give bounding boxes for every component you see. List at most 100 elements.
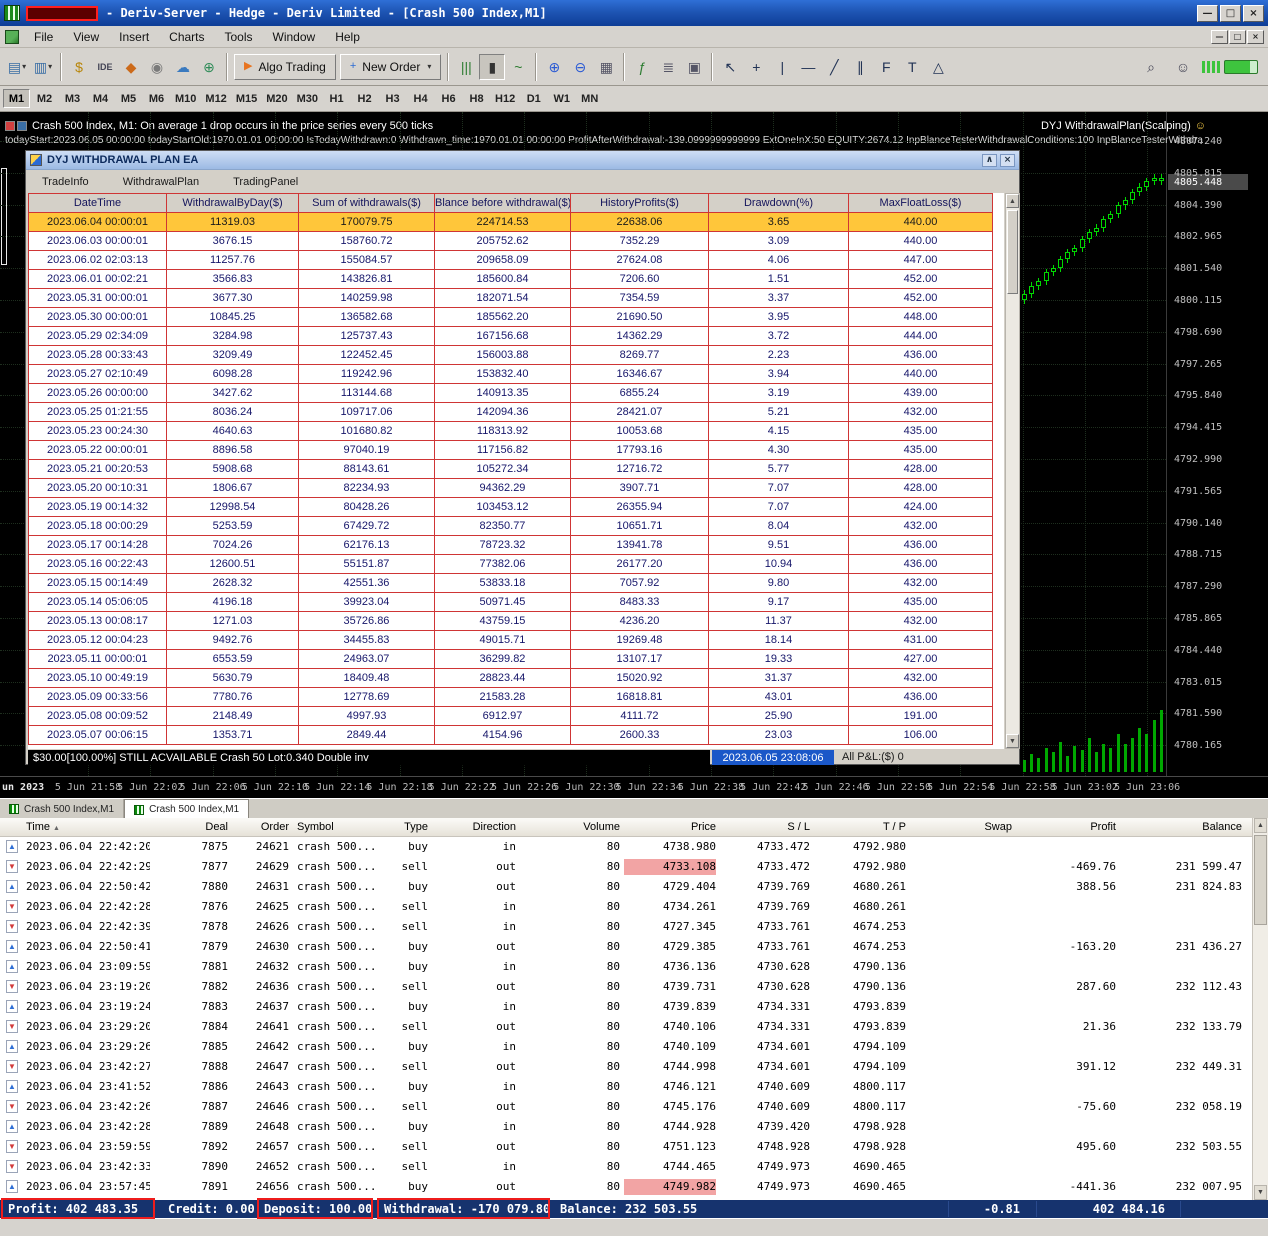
timeframe-m20[interactable]: M20 (262, 89, 291, 108)
menu-help[interactable]: Help (325, 28, 370, 46)
ide-icon[interactable]: IDE (92, 54, 118, 80)
restore-icon[interactable]: □ (1220, 5, 1241, 22)
account-icon[interactable]: ☺ (1170, 54, 1196, 80)
new-order-button[interactable]: +New Order▾ (340, 54, 441, 80)
history-col-order[interactable]: Order (232, 821, 289, 833)
history-row[interactable]: ▲2023.06.04 23:42:28788924648crash 500..… (0, 1117, 1250, 1137)
timeframe-m12[interactable]: M12 (201, 89, 230, 108)
history-row[interactable]: ▼2023.06.04 23:42:26788724646crash 500..… (0, 1097, 1250, 1117)
history-col-tp[interactable]: T / P (814, 821, 906, 833)
indicators-icon[interactable]: ƒ (629, 54, 655, 80)
history-row[interactable]: ▲2023.06.04 23:09:59788124632crash 500..… (0, 957, 1250, 977)
timeframe-m3[interactable]: M3 (59, 89, 86, 108)
scroll-up-icon[interactable]: ▲ (1254, 818, 1267, 833)
history-col-deal[interactable]: Deal (150, 821, 228, 833)
menu-view[interactable]: View (63, 28, 109, 46)
close-icon[interactable]: × (1243, 5, 1264, 22)
history-col-balance[interactable]: Balance (1120, 821, 1242, 833)
new-chart-icon[interactable]: ▤▾ (4, 54, 30, 80)
menu-tools[interactable]: Tools (215, 28, 263, 46)
timeframe-m30[interactable]: M30 (293, 89, 322, 108)
cloud-icon[interactable]: ☁ (170, 54, 196, 80)
history-row[interactable]: ▼2023.06.04 22:42:39787824626crash 500..… (0, 917, 1250, 937)
history-col-direction[interactable]: Direction (432, 821, 516, 833)
history-col-sl[interactable]: S / L (720, 821, 810, 833)
history-col-type[interactable]: Type (381, 821, 428, 833)
timeframe-m10[interactable]: M10 (171, 89, 200, 108)
history-row[interactable]: ▲2023.06.04 22:50:42788024631crash 500..… (0, 877, 1250, 897)
timeframe-m1[interactable]: M1 (3, 89, 30, 108)
timeframe-d1[interactable]: D1 (520, 89, 547, 108)
scroll-down-icon[interactable]: ▼ (1006, 734, 1019, 748)
timeframe-mn[interactable]: MN (576, 89, 603, 108)
scrollbar-thumb[interactable] (1254, 835, 1267, 925)
ea-tab-withdrawalplan[interactable]: WithdrawalPlan (123, 176, 199, 188)
candlestick-chart-icon[interactable]: ▮ (479, 54, 505, 80)
history-scrollbar[interactable]: ▲ ▼ (1252, 818, 1268, 1200)
history-row[interactable]: ▼2023.06.04 22:42:28787624625crash 500..… (0, 897, 1250, 917)
history-row[interactable]: ▲2023.06.04 23:19:24788324637crash 500..… (0, 997, 1250, 1017)
channel-icon[interactable]: ∥ (847, 54, 873, 80)
history-row[interactable]: ▼2023.06.04 23:59:59789224657crash 500..… (0, 1137, 1250, 1157)
timeframe-m4[interactable]: M4 (87, 89, 114, 108)
signals-icon[interactable]: ◉ (144, 54, 170, 80)
scroll-up-icon[interactable]: ▲ (1006, 194, 1019, 208)
title-bar[interactable]: - Deriv-Server - Hedge - Deriv Limited -… (0, 0, 1268, 26)
timeframe-h4[interactable]: H4 (407, 89, 434, 108)
timeframe-h8[interactable]: H8 (463, 89, 490, 108)
history-col-swap[interactable]: Swap (910, 821, 1012, 833)
ea-tab-tradingpanel[interactable]: TradingPanel (233, 176, 298, 188)
child-restore-icon[interactable]: □ (1229, 30, 1246, 44)
cursor-icon[interactable]: ↖ (717, 54, 743, 80)
history-row[interactable]: ▼2023.06.04 23:29:20788424641crash 500..… (0, 1017, 1250, 1037)
screenshot-icon[interactable]: ▣ (681, 54, 707, 80)
crosshair-icon[interactable]: + (743, 54, 769, 80)
history-col-volume[interactable]: Volume (520, 821, 620, 833)
menu-window[interactable]: Window (263, 28, 326, 46)
timeframe-h1[interactable]: H1 (323, 89, 350, 108)
scrollbar-thumb[interactable] (1007, 210, 1018, 294)
scroll-down-icon[interactable]: ▼ (1254, 1185, 1267, 1200)
history-row[interactable]: ▼2023.06.04 23:42:27788824647crash 500..… (0, 1057, 1250, 1077)
timeframe-h6[interactable]: H6 (435, 89, 462, 108)
menu-file[interactable]: File (24, 28, 63, 46)
child-close-icon[interactable]: × (1247, 30, 1264, 44)
ea-close-icon[interactable]: × (1000, 154, 1015, 167)
history-col-price[interactable]: Price (624, 821, 716, 833)
history-row[interactable]: ▲2023.06.04 23:57:45789124656crash 500..… (0, 1177, 1250, 1197)
vertical-line-icon[interactable]: | (769, 54, 795, 80)
child-minimize-icon[interactable]: — (1211, 30, 1228, 44)
metaeditor-icon[interactable]: ◆ (118, 54, 144, 80)
timeframe-h12[interactable]: H12 (491, 89, 519, 108)
ea-table-scrollbar[interactable]: ▲ ▼ (1005, 193, 1020, 749)
history-row[interactable]: ▲2023.06.04 22:42:20787524621crash 500..… (0, 837, 1250, 857)
fibonacci-icon[interactable]: F (873, 54, 899, 80)
ea-collapse-icon[interactable]: ∧ (982, 154, 997, 167)
bar-chart-icon[interactable]: ||| (453, 54, 479, 80)
horizontal-line-icon[interactable]: — (795, 54, 821, 80)
history-col-profit[interactable]: Profit (1016, 821, 1116, 833)
trendline-icon[interactable]: ╱ (821, 54, 847, 80)
minimize-icon[interactable]: — (1197, 5, 1218, 22)
timeframe-h2[interactable]: H2 (351, 89, 378, 108)
objects-list-icon[interactable]: ≣ (655, 54, 681, 80)
history-row[interactable]: ▲2023.06.04 23:41:52788624643crash 500..… (0, 1077, 1250, 1097)
shapes-icon[interactable]: △ (925, 54, 951, 80)
history-col-symbol[interactable]: Symbol (297, 821, 377, 833)
chart-tab[interactable]: Crash 500 Index,M1 (0, 799, 124, 819)
algo-trading-button[interactable]: ▶Algo Trading (234, 54, 336, 80)
history-row[interactable]: ▼2023.06.04 23:19:20788224636crash 500..… (0, 977, 1250, 997)
menu-insert[interactable]: Insert (109, 28, 159, 46)
history-row[interactable]: ▼2023.06.04 23:42:33789024652crash 500..… (0, 1157, 1250, 1177)
timeframe-w1[interactable]: W1 (548, 89, 575, 108)
chart-tab[interactable]: Crash 500 Index,M1 (124, 799, 249, 819)
ea-panel-header[interactable]: DYJ WITHDRAWAL PLAN EA ∧ × (26, 151, 1019, 170)
history-col-time[interactable]: Time▲ (26, 821, 150, 833)
market-watch-icon[interactable]: $ (66, 54, 92, 80)
zoom-in-icon[interactable]: ⊕ (541, 54, 567, 80)
chart-profiles-icon[interactable]: ▥▾ (30, 54, 56, 80)
history-row[interactable]: ▲2023.06.04 22:50:41787924630crash 500..… (0, 937, 1250, 957)
timeframe-m6[interactable]: M6 (143, 89, 170, 108)
timeframe-m15[interactable]: M15 (232, 89, 261, 108)
zoom-out-icon[interactable]: ⊖ (567, 54, 593, 80)
